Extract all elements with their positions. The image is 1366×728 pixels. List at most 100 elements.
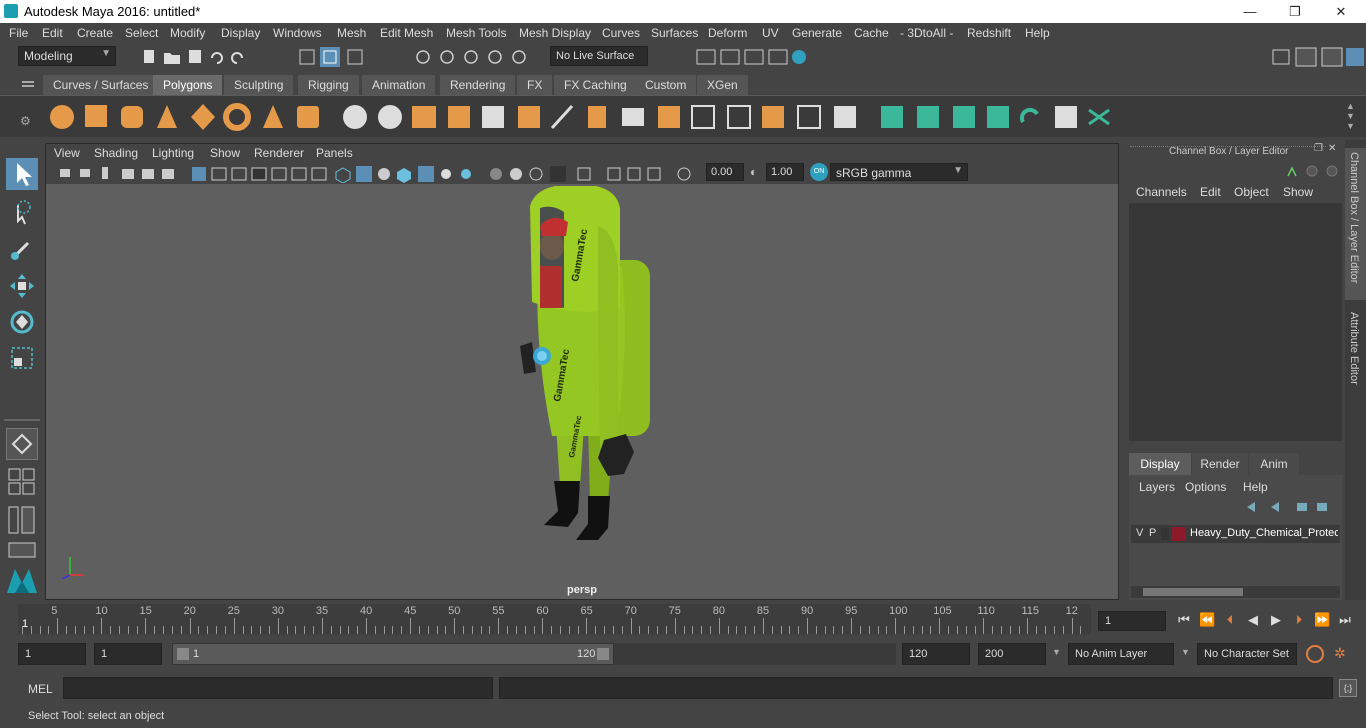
primitive-icons[interactable] [45, 100, 335, 134]
panel-menu-show[interactable]: Show [210, 146, 240, 160]
menu-deform[interactable]: Deform [708, 26, 747, 40]
menu-edit[interactable]: Edit [42, 26, 63, 40]
uv-icons[interactable] [875, 100, 1125, 134]
animation-start-field[interactable]: 1 [18, 643, 86, 665]
menu-curves[interactable]: Curves [602, 26, 640, 40]
step-forward-key-icon[interactable]: ⏵ [1291, 612, 1307, 628]
menu-generate[interactable]: Generate [792, 26, 842, 40]
menu-3dtoall[interactable]: - 3DtoAll - [900, 26, 953, 40]
mel-label[interactable]: MEL [28, 682, 53, 696]
workspace-icons[interactable] [1270, 46, 1366, 68]
menu-windows[interactable]: Windows [273, 26, 322, 40]
step-forward-frame-icon[interactable]: ⏩ [1314, 612, 1330, 628]
play-backwards-icon[interactable]: ◀ [1245, 612, 1261, 628]
command-input[interactable] [63, 677, 493, 699]
float-panel-icon[interactable]: ❐ [1314, 143, 1323, 154]
menu-edit-mesh[interactable]: Edit Mesh [380, 26, 433, 40]
paint-select-tool-icon[interactable] [6, 233, 38, 265]
menu-select[interactable]: Select [125, 26, 158, 40]
close-panel-icon[interactable]: ✕ [1328, 143, 1336, 154]
shelf-scroll-icon[interactable]: ▲ ▼ ▼ [1346, 101, 1355, 131]
menu-redshift[interactable]: Redshift [967, 26, 1011, 40]
tab-xgen[interactable]: XGen [697, 75, 748, 95]
layer-tab-anim[interactable]: Anim [1249, 453, 1299, 475]
layer-visibility-toggle[interactable]: V [1136, 527, 1143, 539]
playback-end-field[interactable]: 120 [902, 643, 970, 665]
shelf-settings-icon[interactable]: ⚙ [20, 114, 31, 128]
side-tab-attribute-editor[interactable]: Attribute Editor [1345, 308, 1366, 400]
scale-tool-icon[interactable] [6, 342, 38, 374]
menu-help[interactable]: Help [1025, 26, 1050, 40]
time-ruler[interactable]: 5 10 15 20 25 30 35 40 45 50 55 60 65 70 75 80 85 90 95 100… [18, 604, 1091, 634]
range-bar[interactable]: 1 120 [172, 643, 614, 665]
menu-uv[interactable]: UV [762, 26, 779, 40]
panel-menu-shading[interactable]: Shading [94, 146, 138, 160]
move-tool-icon[interactable] [6, 270, 38, 302]
menu-display[interactable]: Display [221, 26, 260, 40]
menu-surfaces[interactable]: Surfaces [651, 26, 698, 40]
chevron-down-icon[interactable]: ▼ [1181, 647, 1190, 657]
minimize-button[interactable]: — [1230, 2, 1270, 21]
hazmat-suit-model[interactable]: GammaTec GammaTec GammaTec [516, 186, 656, 558]
lasso-tool-icon[interactable] [6, 197, 38, 229]
menu-set-dropdown[interactable]: Modeling ▼ [18, 46, 116, 66]
layer-playback-toggle[interactable]: P [1149, 527, 1156, 539]
channel-box-toggle-icons[interactable] [1282, 162, 1342, 180]
tab-animation[interactable]: Animation [362, 75, 436, 95]
panel-menu-renderer[interactable]: Renderer [254, 146, 304, 160]
view-transform-dropdown[interactable]: sRGB gamma ▼ [830, 163, 968, 181]
layer-scrollbar-thumb[interactable] [1143, 588, 1243, 596]
single-perspective-layout-icon[interactable] [6, 428, 38, 460]
menu-mesh-display[interactable]: Mesh Display [519, 26, 591, 40]
menu-create[interactable]: Create [77, 26, 113, 40]
layer-scrollbar[interactable] [1131, 586, 1340, 598]
maximize-button[interactable]: ❐ [1275, 2, 1315, 21]
close-button[interactable]: ✕ [1321, 2, 1361, 21]
tab-sculpting[interactable]: Sculpting [224, 75, 294, 95]
layer-row[interactable]: V P Heavy_Duty_Chemical_Protec [1131, 525, 1340, 543]
menu-cache[interactable]: Cache [854, 26, 889, 40]
color-management-icon[interactable]: ON [810, 163, 828, 181]
layer-menu-help[interactable]: Help [1243, 480, 1268, 494]
layer-color-swatch[interactable] [1172, 527, 1186, 541]
snap-icons[interactable] [413, 46, 543, 68]
selection-mask-icons[interactable] [298, 46, 368, 68]
range-bar-empty[interactable] [614, 643, 896, 665]
character-set-field[interactable]: No Character Set [1197, 643, 1297, 665]
shelf-menu-icon[interactable] [22, 81, 34, 87]
persp-graph-layout-icon[interactable] [8, 542, 36, 558]
step-back-key-icon[interactable]: ⏴ [1222, 612, 1238, 628]
layer-tab-render[interactable]: Render [1192, 453, 1248, 475]
current-frame-field[interactable]: 1 [1098, 611, 1166, 631]
anim-layer-field[interactable]: No Anim Layer [1068, 643, 1174, 665]
channel-menu-object[interactable]: Object [1234, 185, 1269, 199]
panel-menu-lighting[interactable]: Lighting [152, 146, 194, 160]
tab-rendering[interactable]: Rendering [440, 75, 516, 95]
menu-mesh[interactable]: Mesh [337, 26, 366, 40]
step-back-frame-icon[interactable]: ⏪ [1199, 612, 1215, 628]
channel-box-list[interactable] [1129, 203, 1342, 441]
layer-menu-options[interactable]: Options [1185, 480, 1226, 494]
live-surface-field[interactable]: No Live Surface [550, 46, 648, 66]
go-to-end-icon[interactable]: ⏭ [1337, 612, 1353, 628]
animation-end-field[interactable]: 200 [978, 643, 1046, 665]
panel-menu-view[interactable]: View [54, 146, 80, 160]
layer-menu-layers[interactable]: Layers [1139, 480, 1175, 494]
four-view-layout-icon[interactable] [8, 468, 36, 496]
select-tool-icon[interactable] [6, 158, 38, 190]
mesh-operation-icons[interactable] [340, 100, 860, 134]
tab-polygons[interactable]: Polygons [153, 75, 223, 95]
panel-menu-panels[interactable]: Panels [316, 146, 353, 160]
persp-viewport[interactable]: GammaTec GammaTec GammaTec persp [46, 184, 1118, 599]
range-start-handle[interactable] [177, 648, 189, 660]
go-to-start-icon[interactable]: ⏮ [1176, 612, 1192, 628]
play-forwards-icon[interactable]: ▶ [1268, 612, 1284, 628]
tab-fx-caching[interactable]: FX Caching [554, 75, 637, 95]
channel-menu-show[interactable]: Show [1283, 185, 1313, 199]
auto-key-icon[interactable] [1306, 645, 1324, 663]
layer-tab-display[interactable]: Display [1129, 453, 1191, 475]
channel-menu-edit[interactable]: Edit [1200, 185, 1221, 199]
layer-action-icons[interactable] [1243, 499, 1333, 515]
menu-mesh-tools[interactable]: Mesh Tools [446, 26, 506, 40]
channel-menu-channels[interactable]: Channels [1136, 185, 1187, 199]
